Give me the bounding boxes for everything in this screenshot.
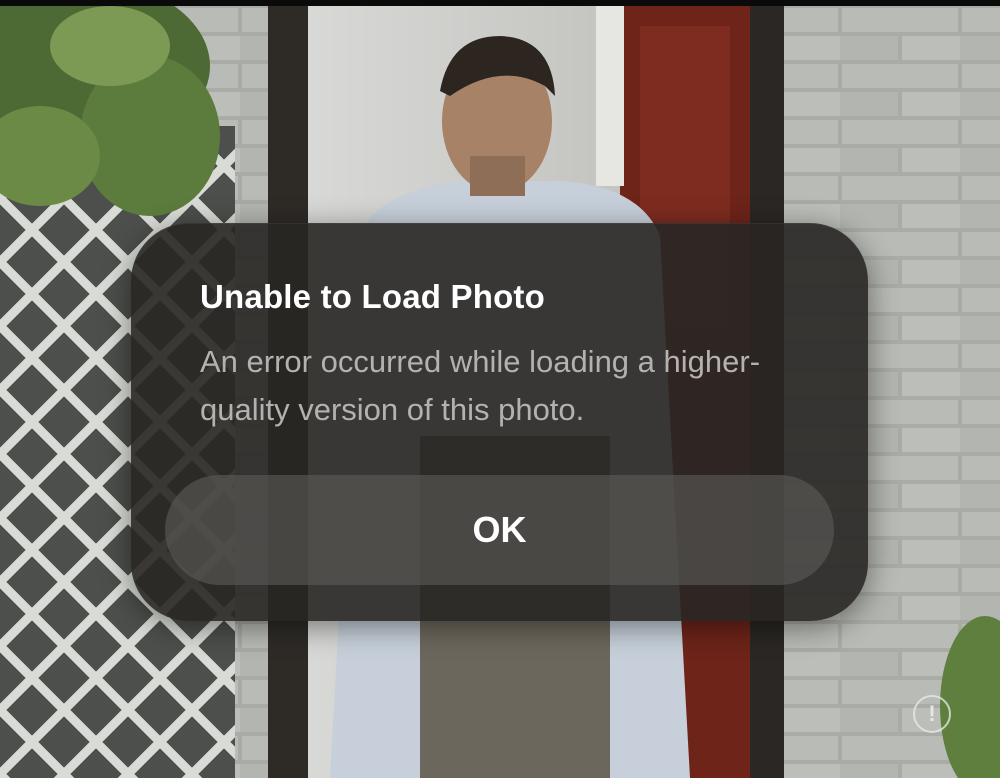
photo-viewer-screen: Unable to Load Photo An error occurred w… <box>0 0 1000 778</box>
top-edge-bar <box>0 0 1000 6</box>
alert-title: Unable to Load Photo <box>200 278 545 315</box>
alert-message: An error occurred while loading a higher… <box>200 344 761 427</box>
error-alert-dialog: Unable to Load Photo An error occurred w… <box>131 223 868 621</box>
exclamation-circle-icon[interactable]: ! <box>913 695 951 733</box>
ok-button[interactable]: OK <box>165 475 834 585</box>
